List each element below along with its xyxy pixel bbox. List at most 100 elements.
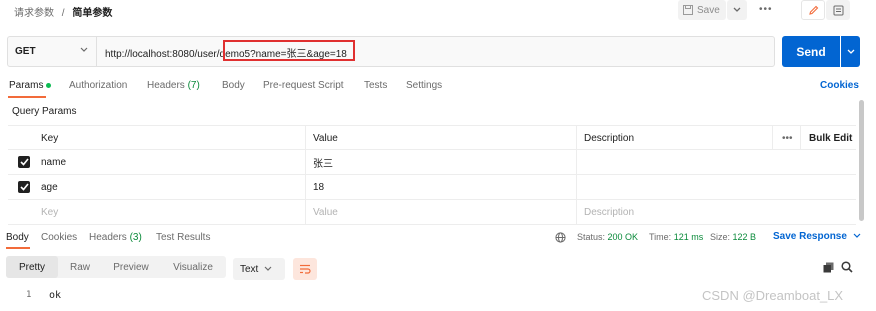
- active-response-tab-underline: [6, 247, 30, 249]
- line-number: 1: [26, 290, 32, 300]
- cookies-link[interactable]: Cookies: [820, 80, 859, 91]
- pencil-icon: [808, 5, 818, 15]
- new-value-input[interactable]: Value: [313, 200, 338, 225]
- save-dropdown-button[interactable]: [727, 0, 747, 20]
- save-button[interactable]: Save: [678, 0, 726, 20]
- table-row: name 张三: [8, 150, 856, 175]
- size-label: Size:: [710, 232, 731, 242]
- size-value: 122 B: [732, 232, 757, 242]
- breadcrumb: 请求参数 / 简单参数: [14, 4, 112, 19]
- param-value[interactable]: 18: [313, 175, 324, 200]
- table-row-new: Key Value Description: [8, 200, 856, 225]
- column-key-header: Key: [41, 133, 59, 144]
- format-label: Text: [240, 263, 259, 275]
- send-dropdown-button[interactable]: [841, 36, 860, 67]
- globe-icon[interactable]: [555, 232, 566, 243]
- edit-button[interactable]: [801, 0, 825, 20]
- method-label: GET: [15, 46, 36, 57]
- tab-settings[interactable]: Settings: [406, 80, 442, 91]
- watermark: CSDN @Dreamboat_LX: [702, 288, 844, 303]
- column-divider: [800, 125, 801, 150]
- chevron-down-icon: [847, 49, 854, 54]
- view-pretty-button[interactable]: Pretty: [6, 256, 58, 278]
- bulk-edit-button[interactable]: Bulk Edit: [809, 126, 852, 151]
- tab-label: Settings: [406, 80, 443, 91]
- response-tab-test-results[interactable]: Test Results: [156, 232, 210, 243]
- document-icon: [833, 5, 843, 15]
- chevron-down-icon: [264, 266, 272, 271]
- method-select[interactable]: GET: [8, 37, 97, 66]
- documentation-button[interactable]: [826, 0, 850, 20]
- send-button[interactable]: Send: [782, 36, 840, 67]
- param-value[interactable]: 张三: [313, 150, 333, 175]
- tab-pre-request-script[interactable]: Pre-request Script: [263, 80, 344, 91]
- column-value-header: Value: [313, 133, 338, 144]
- checkmark-icon: [19, 183, 29, 191]
- query-params-table: Key Value Description ••• Bulk Edit name…: [8, 125, 856, 225]
- tab-label: Tests: [364, 80, 388, 91]
- new-key-input[interactable]: Key: [41, 200, 58, 225]
- time-readout: Time: 121 ms: [649, 232, 703, 242]
- view-visualize-button[interactable]: Visualize: [160, 256, 226, 278]
- param-key[interactable]: name: [41, 150, 66, 175]
- column-divider: [576, 125, 577, 225]
- view-preview-button[interactable]: Preview: [102, 256, 160, 278]
- response-body-text: ok: [49, 290, 62, 301]
- status-value: 200 OK: [607, 232, 639, 242]
- save-label: Save: [697, 4, 720, 16]
- format-select[interactable]: Text: [233, 258, 285, 280]
- tab-body[interactable]: Body: [222, 80, 245, 91]
- breadcrumb-separator: /: [61, 8, 65, 19]
- chevron-down-icon: [80, 47, 88, 52]
- chevron-down-icon: [733, 7, 741, 12]
- top-bar: 请求参数 / 简单参数 Save •••: [0, 0, 876, 24]
- tab-label: Pre-request Script: [263, 80, 344, 91]
- time-label: Time:: [649, 232, 672, 242]
- column-options-button[interactable]: •••: [782, 126, 793, 151]
- request-tabs: Params Authorization Headers (7) Body Pr…: [0, 78, 876, 100]
- chevron-down-icon: [853, 233, 861, 238]
- tab-label: Headers: [147, 80, 185, 91]
- params-scrollbar[interactable]: [859, 100, 864, 221]
- breadcrumb-current[interactable]: 简单参数: [72, 8, 112, 19]
- tab-count: (7): [187, 80, 200, 91]
- param-key[interactable]: age: [41, 175, 58, 200]
- column-divider: [305, 125, 306, 225]
- response-tab-body[interactable]: Body: [6, 232, 29, 243]
- column-description-header: Description: [584, 133, 635, 144]
- wrap-lines-button[interactable]: [293, 258, 317, 280]
- new-description-input[interactable]: Description: [584, 200, 634, 225]
- search-icon[interactable]: [841, 261, 853, 273]
- column-divider: [772, 125, 773, 150]
- tab-params[interactable]: Params: [9, 80, 52, 91]
- tab-authorization[interactable]: Authorization: [69, 80, 127, 91]
- tab-headers[interactable]: Headers (7): [147, 80, 200, 91]
- copy-icon[interactable]: [823, 262, 834, 273]
- more-options-button[interactable]: •••: [759, 4, 773, 15]
- query-params-title: Query Params: [12, 106, 77, 117]
- view-raw-button[interactable]: Raw: [58, 256, 102, 278]
- save-response-label: Save Response: [773, 231, 847, 242]
- active-tab-underline: [8, 96, 46, 98]
- tab-tests[interactable]: Tests: [364, 80, 387, 91]
- request-bar: GET http://localhost:8080/user/demo5?nam…: [7, 36, 775, 67]
- response-tab-cookies[interactable]: Cookies: [41, 232, 77, 243]
- row-checkbox[interactable]: [18, 156, 30, 168]
- breadcrumb-parent[interactable]: 请求参数: [14, 8, 54, 19]
- save-response-button[interactable]: Save Response: [773, 231, 861, 242]
- time-value: 121 ms: [673, 232, 704, 242]
- view-mode-segment: Pretty Raw Preview Visualize: [6, 256, 226, 278]
- tab-label: Authorization: [69, 80, 128, 91]
- size-readout: Size: 122 B: [710, 232, 756, 242]
- response-view-bar: Pretty Raw Preview Visualize Text: [0, 256, 876, 280]
- params-active-dot: [46, 82, 52, 88]
- response-tabs: Body Cookies Headers (3) Test Results St…: [0, 228, 876, 248]
- tab-label: Body: [222, 80, 245, 91]
- status-label: Status:: [577, 232, 606, 242]
- response-tab-headers[interactable]: Headers (3): [89, 232, 142, 243]
- table-row: age 18: [8, 175, 856, 200]
- row-checkbox[interactable]: [18, 181, 30, 193]
- status-readout: Status: 200 OK: [577, 232, 638, 242]
- response-body-line: 1 ok: [0, 288, 300, 304]
- checkmark-icon: [19, 158, 29, 166]
